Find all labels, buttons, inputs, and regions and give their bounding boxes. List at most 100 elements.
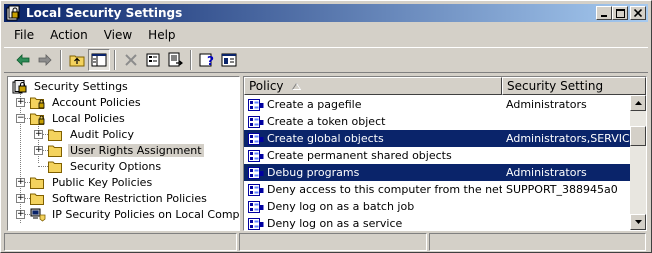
list-header: Policy Security Setting [244, 77, 646, 95]
tree-label: Audit Policy [70, 127, 134, 141]
security-settings-icon [12, 79, 28, 93]
policy-folder-icon [30, 96, 46, 109]
policy-cell: Deny access to this computer from the ne… [244, 183, 502, 197]
scroll-down-button[interactable] [630, 214, 646, 230]
tree-connector [20, 91, 21, 223]
menu-view[interactable]: View [96, 28, 140, 42]
up-one-level-button[interactable] [66, 49, 88, 71]
expand-toggle[interactable]: + [16, 210, 25, 219]
tree-item-audit-policy[interactable]: Audit Policy [48, 126, 136, 142]
user-right-policy-icon [248, 149, 264, 163]
vertical-scrollbar[interactable] [630, 95, 646, 230]
status-panel [429, 233, 646, 251]
tree-item-security-options[interactable]: Security Options [48, 158, 163, 174]
policy-row[interactable]: Create global objects Administrators,SERV… [244, 130, 630, 147]
tree-item-software-restriction-policies[interactable]: Software Restriction Policies [30, 190, 209, 206]
policy-row[interactable]: Debug programs Administrators [244, 164, 630, 181]
up-folder-icon [69, 55, 85, 67]
folder-icon [48, 144, 64, 157]
tree-label: Security Settings [34, 79, 128, 93]
tree-item-ip-security-policies[interactable]: IP Security Policies on Local Computer [30, 206, 240, 222]
toolbar-separator [60, 50, 62, 70]
expand-toggle[interactable]: + [34, 130, 43, 139]
policy-row[interactable]: Create permanent shared objects [244, 147, 630, 164]
details-pane[interactable]: Policy Security Setting Create a pagefil… [243, 76, 647, 231]
tree-item-local-policies[interactable]: Local Policies [30, 110, 127, 126]
policy-name: Deny log on as a batch job [267, 200, 415, 213]
user-right-policy-icon [248, 115, 264, 129]
expand-toggle[interactable]: + [16, 194, 25, 203]
tree-label: User Rights Assignment [68, 143, 204, 157]
back-arrow-icon [16, 54, 30, 66]
scroll-thumb[interactable] [630, 126, 646, 146]
tree-item-account-policies[interactable]: Account Policies [30, 94, 143, 110]
column-header-policy[interactable]: Policy [244, 77, 502, 95]
title-bar[interactable]: Local Security Settings [4, 4, 648, 22]
policy-cell: Deny log on as a service [244, 217, 502, 231]
tree-label: Software Restriction Policies [52, 191, 207, 205]
delete-icon [125, 54, 137, 66]
expand-toggle[interactable]: + [34, 146, 43, 155]
policy-row[interactable]: Deny log on as a batch job [244, 198, 630, 215]
security-setting-value: SUPPORT_388945a0 [506, 183, 618, 196]
expand-toggle[interactable]: + [16, 178, 25, 187]
show-hide-tree-icon [91, 53, 107, 67]
status-panel [239, 233, 427, 251]
tree-item-security-settings[interactable]: Security Settings [12, 78, 130, 94]
export-list-button[interactable] [164, 49, 186, 71]
collapse-toggle[interactable]: − [16, 114, 25, 123]
expand-toggle[interactable]: + [16, 98, 25, 107]
security-setting-value: Administrators [506, 98, 587, 111]
maximize-icon [615, 8, 625, 18]
tree-label: IP Security Policies on Local Computer [52, 207, 240, 221]
column-header-label: Policy [249, 79, 284, 93]
scroll-up-button[interactable] [630, 95, 646, 111]
folder-icon [30, 176, 46, 189]
user-right-policy-icon [248, 132, 264, 146]
console-tree-pane[interactable]: Security Settings + Account Policies − L… [7, 76, 240, 231]
tree-label: Public Key Policies [52, 175, 153, 189]
policy-name: Create a token object [267, 115, 386, 128]
tree-label: Local Policies [52, 111, 125, 125]
minimize-icon [601, 15, 607, 17]
policy-row[interactable]: Deny access to this computer from the ne… [244, 181, 630, 198]
menu-help[interactable]: Help [140, 28, 183, 42]
user-right-policy-icon [248, 166, 264, 180]
back-button[interactable] [12, 49, 34, 71]
policy-cell: Deny log on as a batch job [244, 200, 502, 214]
tree-item-public-key-policies[interactable]: Public Key Policies [30, 174, 154, 190]
policy-cell: Create a token object [244, 115, 502, 129]
user-right-policy-icon [248, 217, 264, 231]
properties-button[interactable] [142, 49, 164, 71]
tree-label: Account Policies [52, 95, 141, 109]
policy-cell: Create permanent shared objects [244, 149, 502, 163]
show-hide-console-tree-button[interactable] [88, 49, 110, 71]
folder-icon [30, 192, 46, 205]
toolbar-separator [114, 50, 116, 70]
column-header-security-setting[interactable]: Security Setting [502, 77, 646, 95]
tree-connector [38, 166, 48, 167]
policy-row[interactable]: Deny log on as a service [244, 215, 630, 231]
maximize-button[interactable] [612, 6, 628, 20]
folder-icon [48, 160, 64, 173]
column-header-label: Security Setting [507, 79, 604, 93]
menu-file[interactable]: File [4, 28, 42, 42]
delete-button[interactable] [120, 49, 142, 71]
help-button[interactable]: ? [196, 49, 218, 71]
policy-cell: Debug programs [244, 166, 502, 180]
help-icon: ? [199, 53, 214, 68]
tree-item-user-rights-assignment[interactable]: User Rights Assignment [48, 142, 204, 158]
policy-row[interactable]: Create a token object [244, 113, 630, 130]
console-view-button[interactable] [218, 49, 240, 71]
security-settings-app-icon[interactable] [6, 5, 22, 21]
status-panel [4, 233, 237, 251]
policy-cell: Create a pagefile [244, 98, 502, 112]
policy-name: Create global objects [267, 132, 384, 145]
minimize-button[interactable] [596, 6, 612, 20]
policy-row[interactable]: Create a pagefile Administrators [244, 96, 630, 113]
menu-action[interactable]: Action [42, 28, 96, 42]
forward-button[interactable] [34, 49, 56, 71]
close-button[interactable] [630, 6, 646, 20]
svg-text:?: ? [207, 54, 214, 68]
policy-folder-open-icon [30, 112, 46, 125]
